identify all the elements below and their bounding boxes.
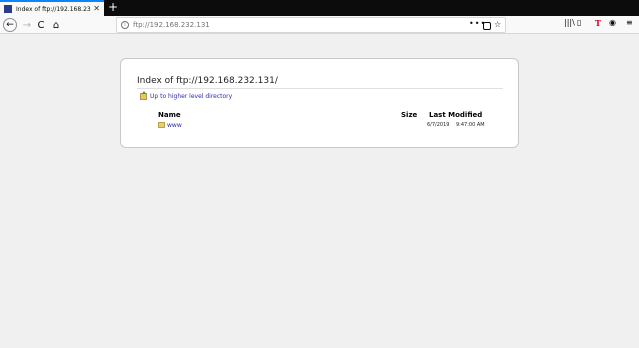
entry-name-link[interactable]: www	[167, 122, 182, 129]
navigation-toolbar: ← → C ⌂ i ftp://192.168.232.131 ••• ☆ ||…	[0, 16, 639, 34]
back-arrow-icon: ←	[6, 20, 14, 30]
tab-strip: Index of ftp://192.168.232.131/ ✕ +	[0, 0, 639, 16]
pocket-icon[interactable]	[483, 22, 491, 30]
extension-icon[interactable]: T	[595, 18, 601, 28]
entry-date: 6/7/2019	[427, 122, 450, 128]
reload-icon: C	[37, 19, 45, 31]
address-bar[interactable]: i ftp://192.168.232.131 ••• ☆	[116, 17, 506, 33]
directory-listing-card: Index of ftp://192.168.232.131/ Up to hi…	[120, 58, 519, 148]
folder-icon	[158, 122, 165, 128]
account-icon[interactable]: ◉	[609, 18, 616, 27]
page-icon	[4, 5, 12, 13]
column-header-modified[interactable]: Last Modified	[429, 111, 482, 119]
tab-title: Index of ftp://192.168.232.131/	[16, 5, 91, 13]
column-header-name[interactable]: Name	[158, 111, 181, 119]
star-icon[interactable]: ☆	[494, 20, 501, 29]
home-icon: ⌂	[52, 19, 60, 31]
up-directory-label[interactable]: Up to higher level directory	[150, 93, 232, 100]
tab-active[interactable]: Index of ftp://192.168.232.131/ ✕	[0, 0, 104, 16]
close-icon[interactable]: ✕	[93, 5, 100, 13]
sidebar-icon[interactable]: ▯	[577, 18, 581, 27]
home-button[interactable]: ⌂	[48, 17, 64, 33]
info-icon[interactable]: i	[121, 21, 129, 29]
column-header-size[interactable]: Size	[401, 111, 417, 119]
library-icon[interactable]: |||\	[564, 18, 575, 27]
url-text[interactable]: ftp://192.168.232.131	[133, 21, 210, 29]
hamburger-icon[interactable]: ≡	[626, 18, 633, 27]
up-directory-link[interactable]: Up to higher level directory	[140, 91, 232, 100]
table-row: www 6/7/2019 9:47:00 AM	[121, 121, 520, 131]
up-folder-icon	[140, 91, 147, 100]
page-title: Index of ftp://192.168.232.131/	[137, 76, 503, 89]
new-tab-button[interactable]: +	[107, 1, 119, 14]
back-button[interactable]: ←	[3, 18, 17, 32]
reload-button[interactable]: C	[33, 17, 49, 33]
forward-arrow-icon: →	[22, 19, 32, 31]
entry-time: 9:47:00 AM	[456, 122, 485, 128]
